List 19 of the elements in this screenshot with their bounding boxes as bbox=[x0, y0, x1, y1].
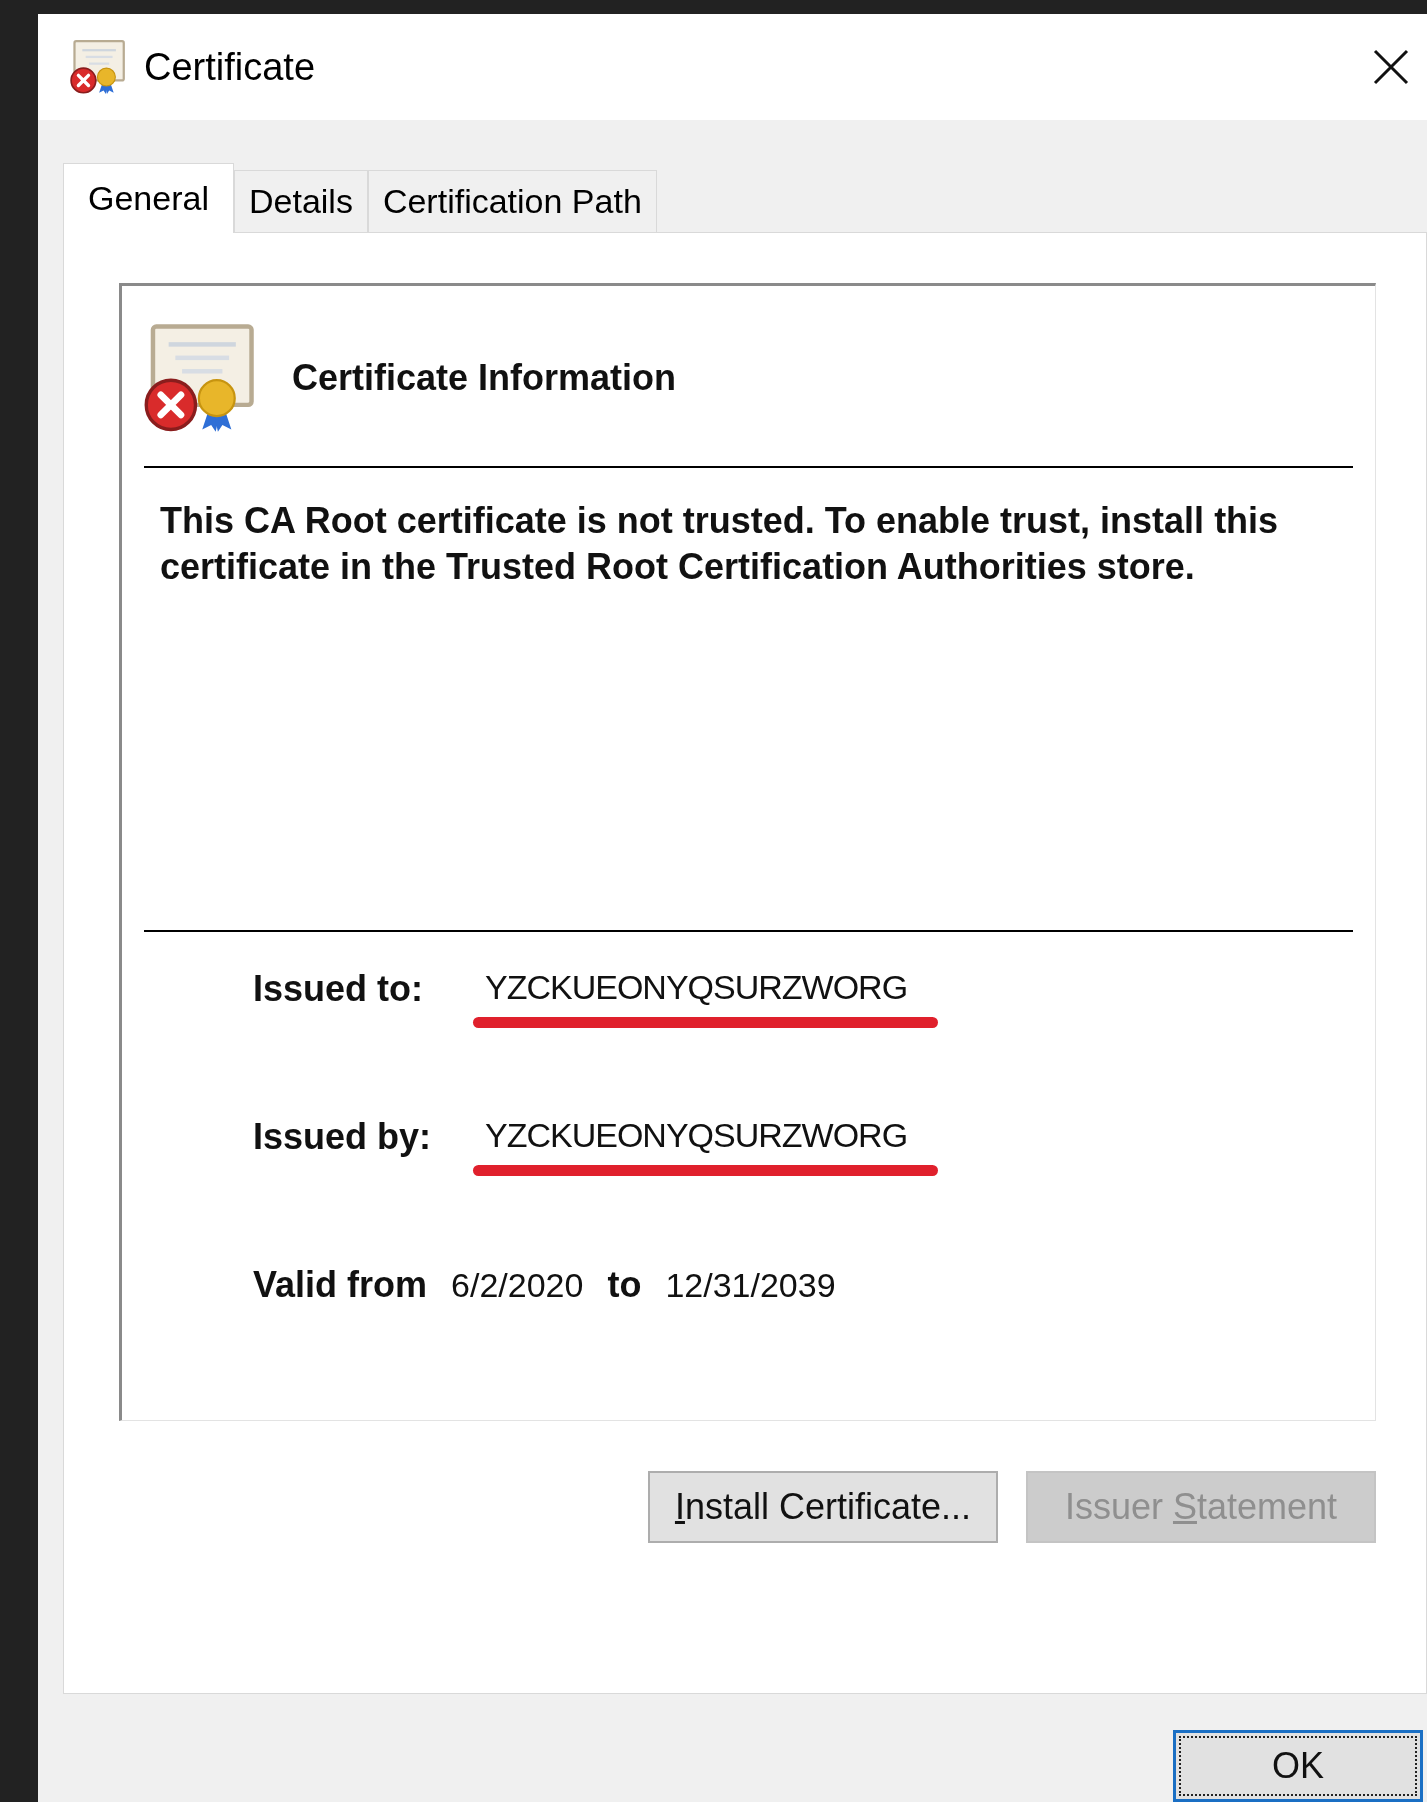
info-heading: Certificate Information bbox=[292, 356, 677, 400]
valid-from-label: Valid from bbox=[253, 1263, 428, 1307]
valid-to-label: to bbox=[607, 1263, 642, 1307]
valid-to-date: 12/31/2039 bbox=[665, 1265, 836, 1306]
close-icon[interactable] bbox=[1371, 47, 1411, 87]
field-value: YZCKUEONYQSURZWORG bbox=[484, 1115, 909, 1156]
certificate-error-icon bbox=[144, 322, 256, 434]
valid-from-date: 6/2/2020 bbox=[451, 1265, 584, 1306]
dialog-button[interactable]: Install Certificate... bbox=[648, 1471, 998, 1543]
tab[interactable]: General bbox=[63, 163, 234, 233]
window-title: Certificate bbox=[144, 44, 316, 90]
certificate-icon bbox=[70, 39, 126, 95]
field-value: YZCKUEONYQSURZWORG bbox=[484, 967, 909, 1008]
field-label: Issued to: bbox=[253, 967, 424, 1011]
field-label: Issued by: bbox=[253, 1115, 433, 1159]
tab[interactable]: Certification Path bbox=[367, 170, 657, 232]
tab[interactable]: Details bbox=[233, 170, 368, 232]
trust-message: This CA Root certificate is not trusted. To enable trust, install this certificate in the Trusted Root Certification Authorities store. bbox=[159, 499, 1280, 589]
ok-button[interactable]: OK bbox=[1173, 1730, 1423, 1802]
